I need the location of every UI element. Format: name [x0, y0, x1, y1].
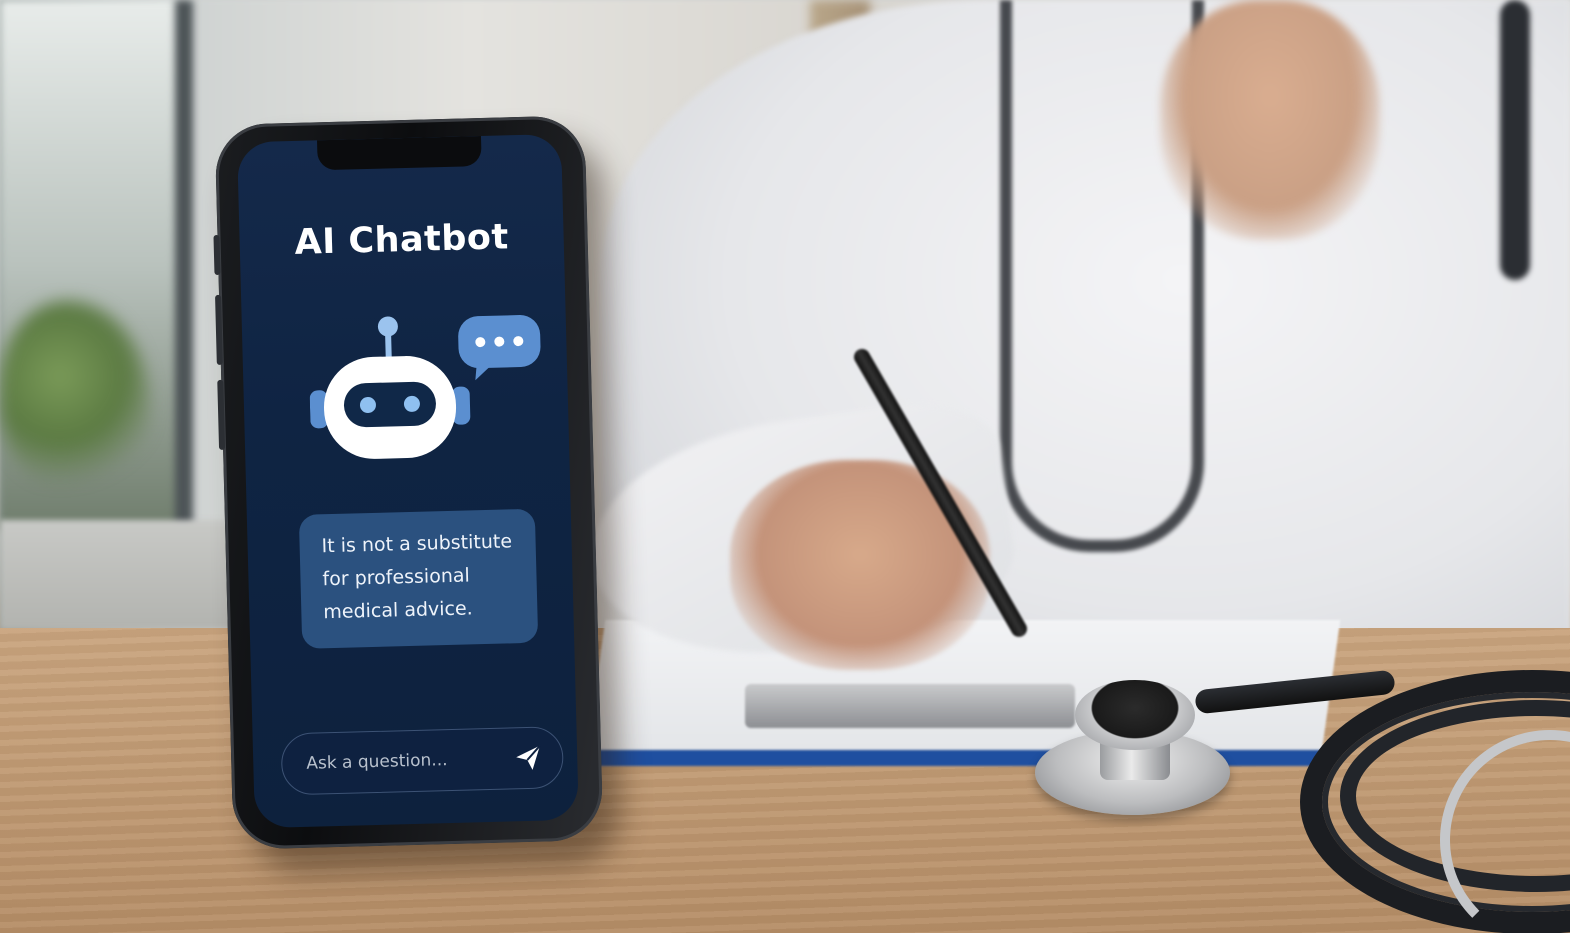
doctor-hand-on-chin [1160, 0, 1380, 240]
speech-bubble-icon [458, 315, 541, 381]
smartphone: AI Chatbot It is not a substitute for pr… [213, 115, 604, 850]
background-shelf [0, 520, 240, 630]
bot-message-text: It is not a substitute for professional … [321, 530, 513, 624]
neck-stethoscope-tube [1500, 0, 1530, 280]
phone-volume-up [215, 294, 223, 365]
phone-volume-down [217, 379, 226, 450]
question-input[interactable] [303, 728, 510, 794]
robot-icon [309, 315, 541, 459]
bot-message-bubble: It is not a substitute for professional … [298, 508, 539, 649]
phone-mute-switch [213, 234, 221, 276]
send-button[interactable] [510, 740, 547, 777]
stethoscope-chest-piece [1035, 680, 1230, 815]
question-input-bar [280, 726, 565, 796]
phone-notch [317, 135, 482, 171]
photo-scene: AI Chatbot It is not a substitute for pr… [0, 0, 1570, 933]
doctor-writing-hand [730, 460, 990, 670]
chatbot-screen: AI Chatbot It is not a substitute for pr… [237, 133, 579, 829]
chest-piece-bell [1075, 680, 1195, 750]
clipboard-clip [745, 684, 1075, 728]
paper-plane-icon [516, 745, 541, 770]
app-title: AI Chatbot [294, 217, 510, 263]
